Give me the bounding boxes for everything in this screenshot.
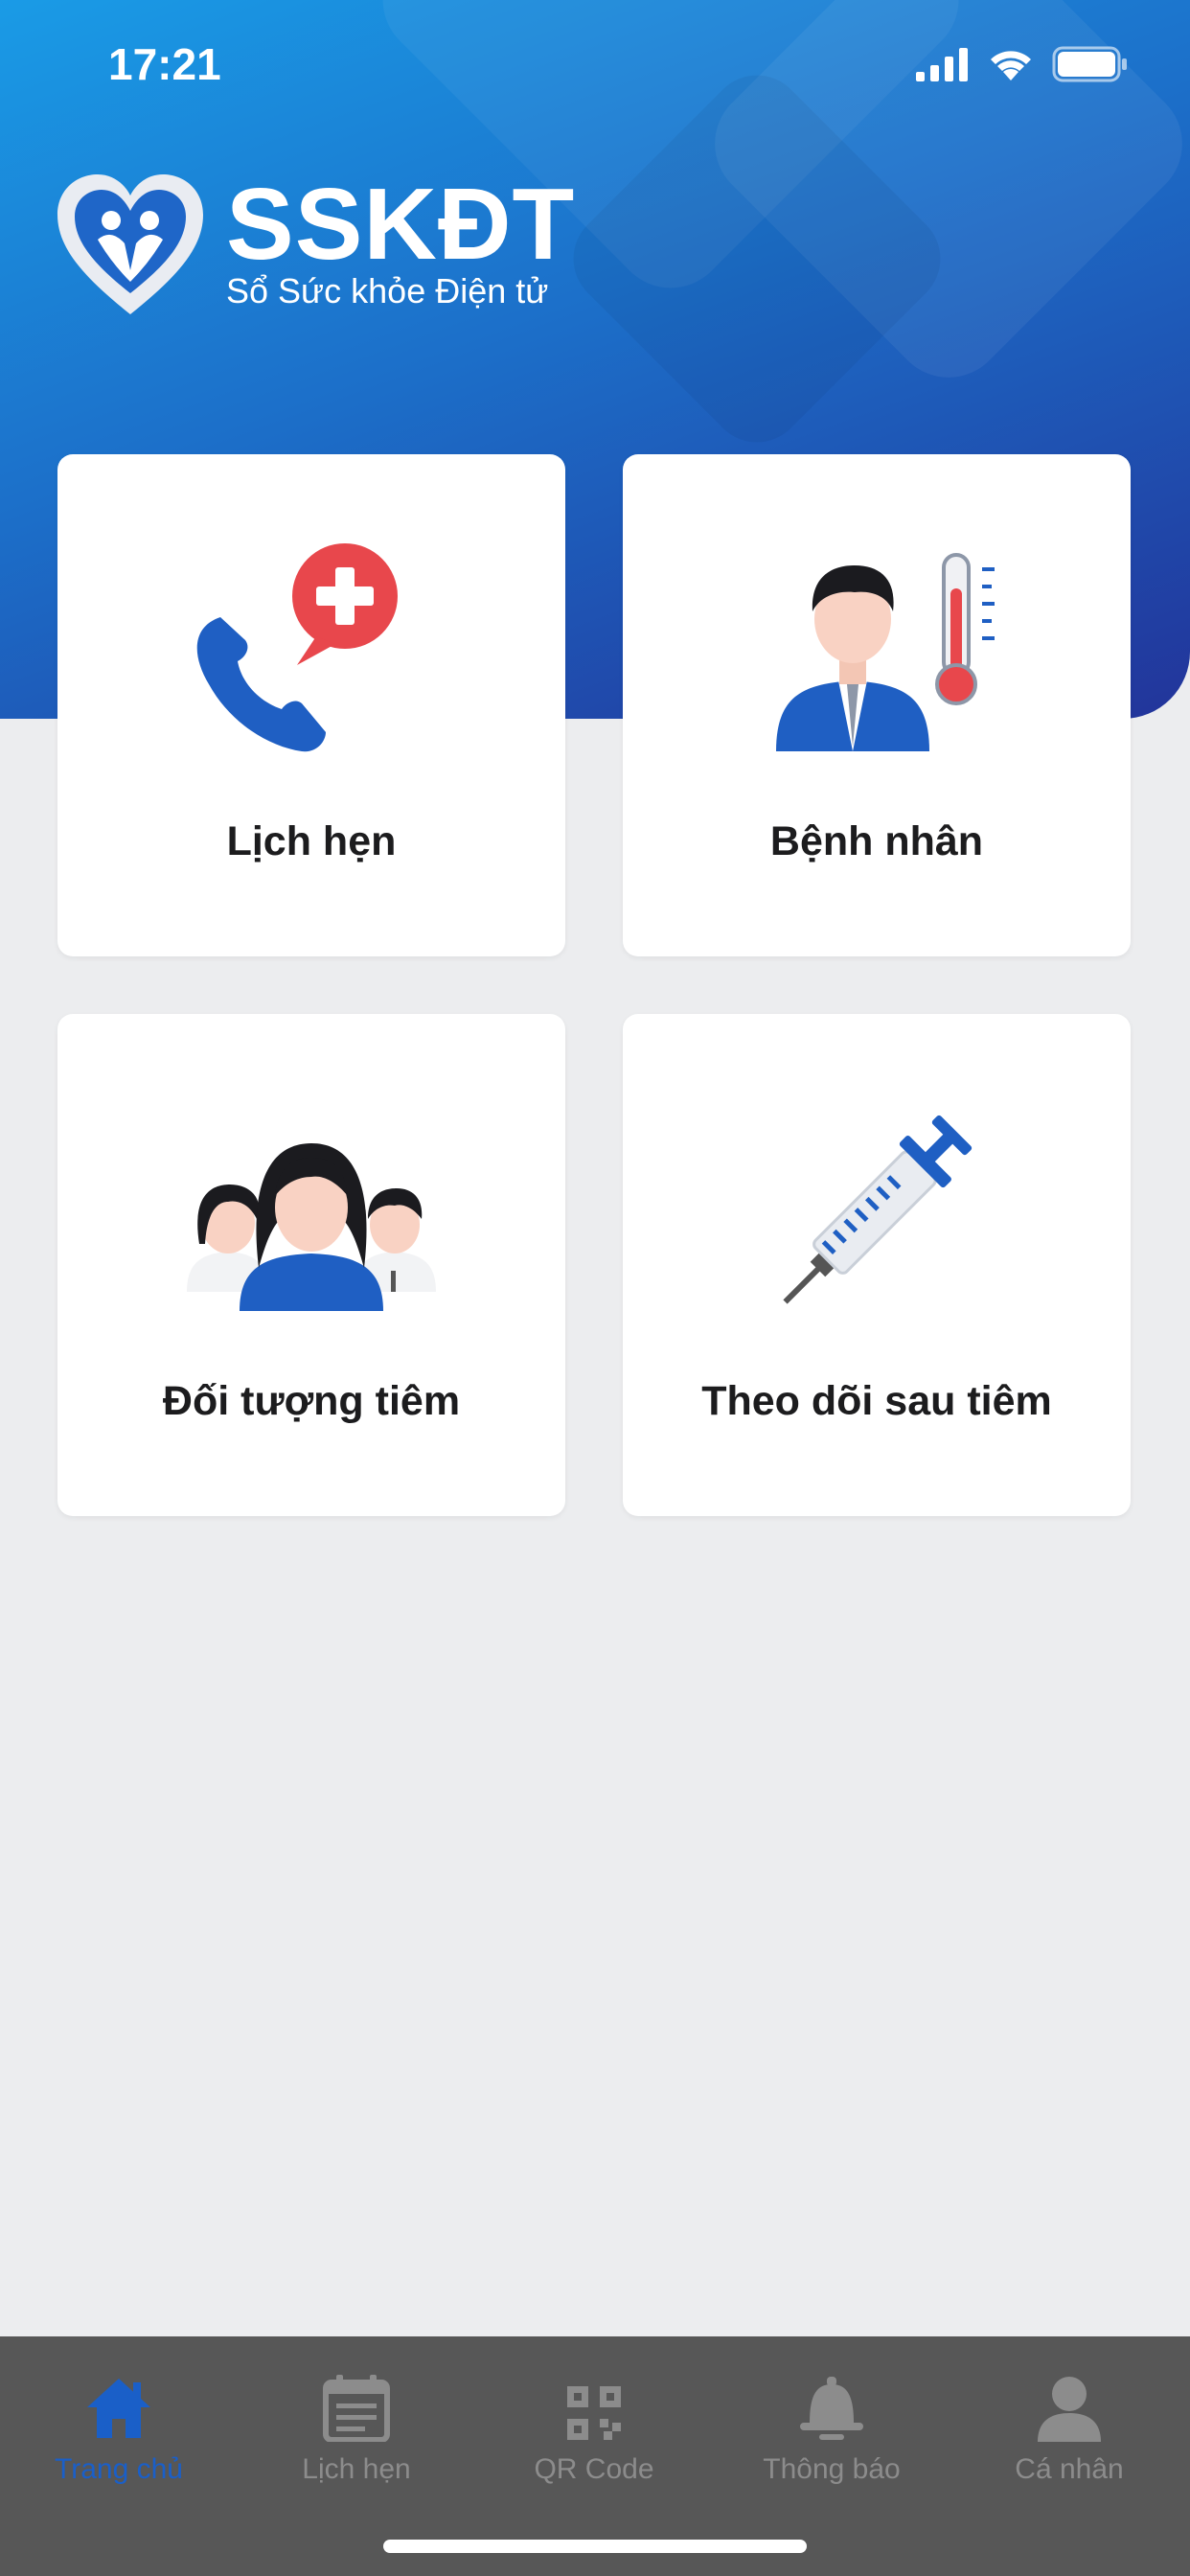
tab-profile-label: Cá nhân xyxy=(1015,2453,1124,2485)
tab-qr-code[interactable]: QR Code xyxy=(475,2356,713,2486)
post-vaccination-card[interactable]: Theo dõi sau tiêm xyxy=(623,1014,1131,1516)
user-icon xyxy=(1038,2377,1101,2442)
syringe-icon xyxy=(783,1115,973,1304)
logo-title: SSKĐT xyxy=(226,168,576,281)
status-time: 17:21 xyxy=(108,39,221,89)
signal-icon xyxy=(916,48,968,81)
logo-subtitle: Sổ Sức khỏe Điện tử xyxy=(226,271,549,310)
post-vaccination-label: Theo dõi sau tiêm xyxy=(701,1378,1052,1424)
calendar-icon xyxy=(323,2375,390,2442)
tab-notifications-label: Thông báo xyxy=(763,2453,901,2485)
battery-icon xyxy=(1052,46,1127,82)
qr-code-icon xyxy=(567,2386,621,2440)
appointments-label: Lịch hẹn xyxy=(226,818,397,864)
phone-medical-icon xyxy=(196,543,398,752)
app-logo: SSKĐT Sổ Sức khỏe Điện tử xyxy=(54,171,575,316)
tab-profile[interactable]: Cá nhân xyxy=(950,2356,1188,2486)
patients-label: Bệnh nhân xyxy=(769,818,984,864)
tab-notifications[interactable]: Thông báo xyxy=(713,2356,950,2486)
heart-logo-icon xyxy=(57,174,203,314)
tab-home-label: Trang chủ xyxy=(55,2453,183,2485)
patient-thermometer-icon xyxy=(776,553,995,751)
patients-card[interactable]: Bệnh nhân xyxy=(623,454,1131,956)
appointments-card[interactable]: Lịch hẹn xyxy=(57,454,565,956)
tab-home[interactable]: Trang chủ xyxy=(0,2356,238,2486)
tab-schedule[interactable]: Lịch hẹn xyxy=(238,2356,475,2486)
wifi-icon xyxy=(991,51,1031,80)
status-bar: 17:21 xyxy=(0,0,1190,128)
tab-schedule-label: Lịch hẹn xyxy=(302,2453,411,2485)
vaccination-subjects-label: Đối tượng tiêm xyxy=(162,1378,461,1424)
people-group-icon xyxy=(187,1143,436,1311)
bell-icon xyxy=(800,2377,863,2440)
vaccination-subjects-card[interactable]: Đối tượng tiêm xyxy=(57,1014,565,1516)
home-indicator xyxy=(383,2540,807,2553)
tab-qr-code-label: QR Code xyxy=(534,2453,654,2485)
home-icon xyxy=(87,2379,150,2438)
